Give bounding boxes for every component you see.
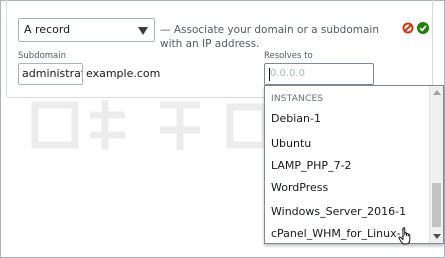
dropdown-scrollbar[interactable] [429, 86, 443, 243]
dropdown-option[interactable]: Debian-1 [265, 106, 419, 131]
dropdown-group-header: INSTANCES [271, 94, 324, 104]
dropdown-option[interactable]: WordPress [265, 175, 419, 200]
instances-dropdown[interactable]: INSTANCES Debian-1 Ubuntu LAMP_PHP_7-2 W… [264, 85, 444, 244]
resolves-to-input[interactable]: 0.0.0.0 [264, 63, 374, 85]
chevron-down-icon[interactable] [138, 27, 148, 35]
record-type-select[interactable]: A record [18, 18, 155, 42]
domain-suffix: example.com [86, 67, 161, 80]
scroll-up-arrow-icon[interactable] [433, 90, 441, 95]
text-cursor [269, 68, 270, 81]
confirm-check-icon[interactable] [417, 19, 429, 34]
cancel-icon[interactable] [402, 19, 414, 34]
subdomain-input[interactable]: administratic [18, 63, 83, 85]
resolves-to-label: Resolves to [264, 51, 313, 61]
record-type-value: A record [24, 23, 71, 36]
hand-pointer-icon [398, 227, 411, 245]
scroll-down-arrow-icon[interactable] [433, 234, 441, 239]
scroll-thumb[interactable] [432, 183, 441, 227]
subdomain-label: Subdomain [18, 51, 67, 61]
record-type-hint: — Associate your domain or a subdomain w… [160, 24, 379, 50]
dropdown-option[interactable]: cPanel_WHM_for_Linux-1 [265, 221, 419, 243]
row-actions [402, 19, 430, 34]
resolves-to-placeholder: 0.0.0.0 [270, 68, 305, 79]
